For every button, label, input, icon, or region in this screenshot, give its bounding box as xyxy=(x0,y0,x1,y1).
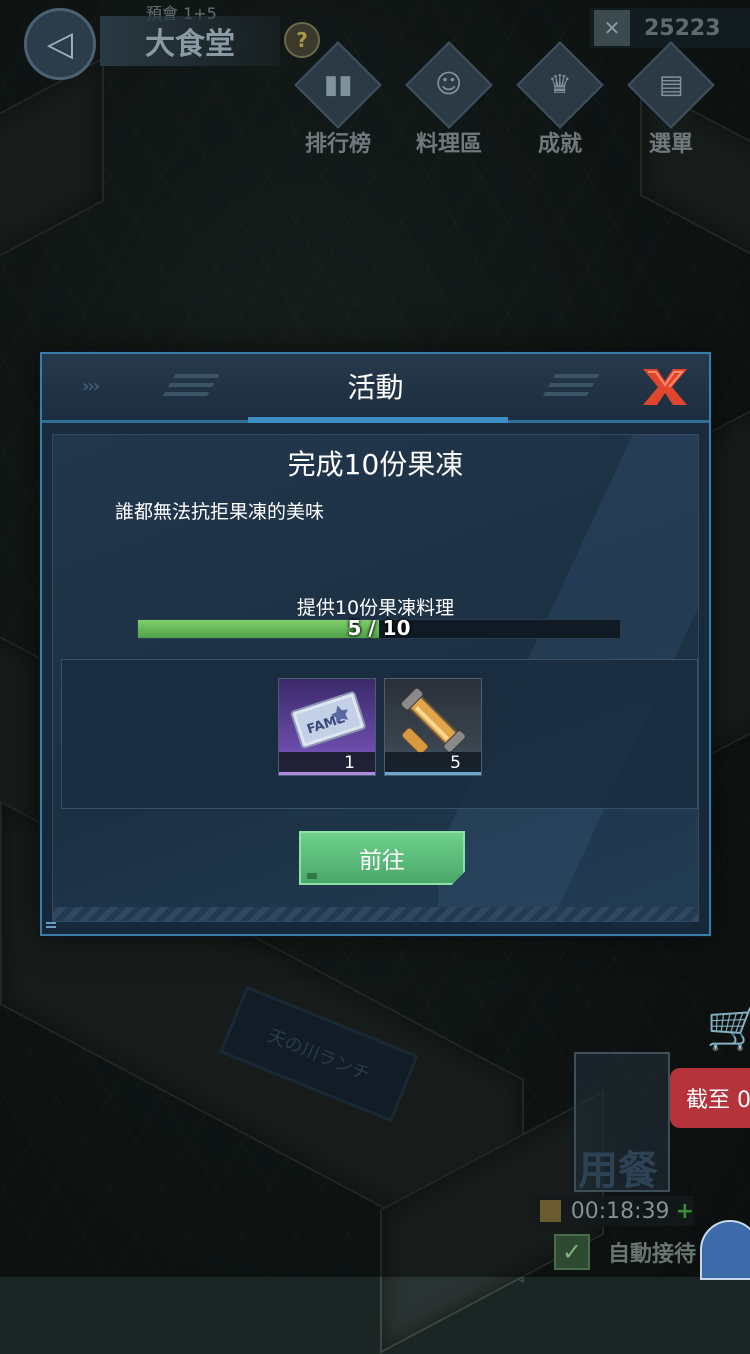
menu-book-icon: ▤ xyxy=(658,69,684,100)
task-title: 完成10份果凍 xyxy=(287,448,464,481)
reward-count: 1 xyxy=(344,753,355,773)
dine-label: 用餐 xyxy=(578,1147,658,1194)
back-arrow-icon: ◁ xyxy=(46,24,74,64)
reward-item-material-tube[interactable]: 5 xyxy=(384,678,482,776)
nav-label: 選單 xyxy=(648,132,693,157)
count-bar xyxy=(279,752,375,775)
deadline-badge: 截至 0 xyxy=(670,1068,750,1128)
close-button[interactable] xyxy=(637,364,693,410)
task-panel: 完成10份果凍 誰都無法抗拒果凍的美味 提供10份果凍料理 5 / 10 FAM… xyxy=(52,434,699,922)
nav-menu-button[interactable]: ▤ 選單 xyxy=(623,41,719,158)
checkbox-checked-icon[interactable]: ✓ xyxy=(554,1234,590,1270)
task-description: 誰都無法抗拒果凍的美味 xyxy=(115,501,325,523)
hazard-stripe xyxy=(53,907,698,921)
currency-value: 25223 xyxy=(644,15,721,41)
count-bar xyxy=(385,752,481,775)
corner-decoration xyxy=(46,922,56,930)
leaderboard-icon: ▮▮ xyxy=(323,70,353,100)
nav-leaderboard-button[interactable]: ▮▮ 排行榜 xyxy=(290,41,386,158)
go-button-label: 前往 xyxy=(359,848,405,874)
hall-title: 大食堂 xyxy=(100,16,280,66)
auto-reception-label: 自動接待 xyxy=(608,1242,697,1267)
reward-panel: FAME 1 5 xyxy=(61,659,698,809)
nav-label: 成就 xyxy=(537,132,582,157)
nav-label: 料理區 xyxy=(415,132,482,157)
material-tube-icon xyxy=(400,687,466,755)
service-timer: 00:18:39 + xyxy=(534,1196,694,1226)
nav-label: 排行榜 xyxy=(304,132,371,157)
auto-reception-toggle[interactable]: ✓ 自動接待 xyxy=(554,1234,696,1270)
timer-add-button[interactable]: + xyxy=(676,1199,694,1224)
dialog-header: ››› 活動 xyxy=(42,354,709,423)
nav-cooking-area-button[interactable]: ☺ 料理區 xyxy=(401,41,497,158)
mascot-avatar[interactable] xyxy=(700,1220,750,1280)
shop-cart-icon[interactable]: 🛒 xyxy=(706,1000,750,1056)
go-button[interactable]: 前往 xyxy=(299,831,465,885)
progress-bar: 5 / 10 xyxy=(137,616,621,640)
reward-item-fame-ticket[interactable]: FAME 1 xyxy=(278,678,376,776)
timer-value: 00:18:39 xyxy=(570,1198,670,1224)
dialog-title: 活動 xyxy=(347,371,404,404)
reward-count: 5 xyxy=(450,753,461,773)
utensils-icon: ✕ xyxy=(594,10,630,46)
back-button[interactable]: ◁ xyxy=(24,8,96,80)
header-accent-bar xyxy=(248,417,508,423)
customer-icon xyxy=(540,1200,561,1222)
trophy-icon: ♛ xyxy=(548,70,572,100)
event-dialog: ››› 活動 完成10份果凍 誰都無法抗拒果凍的美味 提供10份果凍料理 5 /… xyxy=(40,352,711,936)
help-button[interactable]: ? xyxy=(284,22,320,58)
progress-text: 5 / 10 xyxy=(347,616,411,640)
close-icon xyxy=(643,369,687,405)
chef-icon: ☺ xyxy=(435,69,463,100)
button-notch xyxy=(307,873,317,879)
nav-achievements-button[interactable]: ♛ 成就 xyxy=(512,41,608,158)
fame-ticket-icon: FAME xyxy=(290,691,366,749)
